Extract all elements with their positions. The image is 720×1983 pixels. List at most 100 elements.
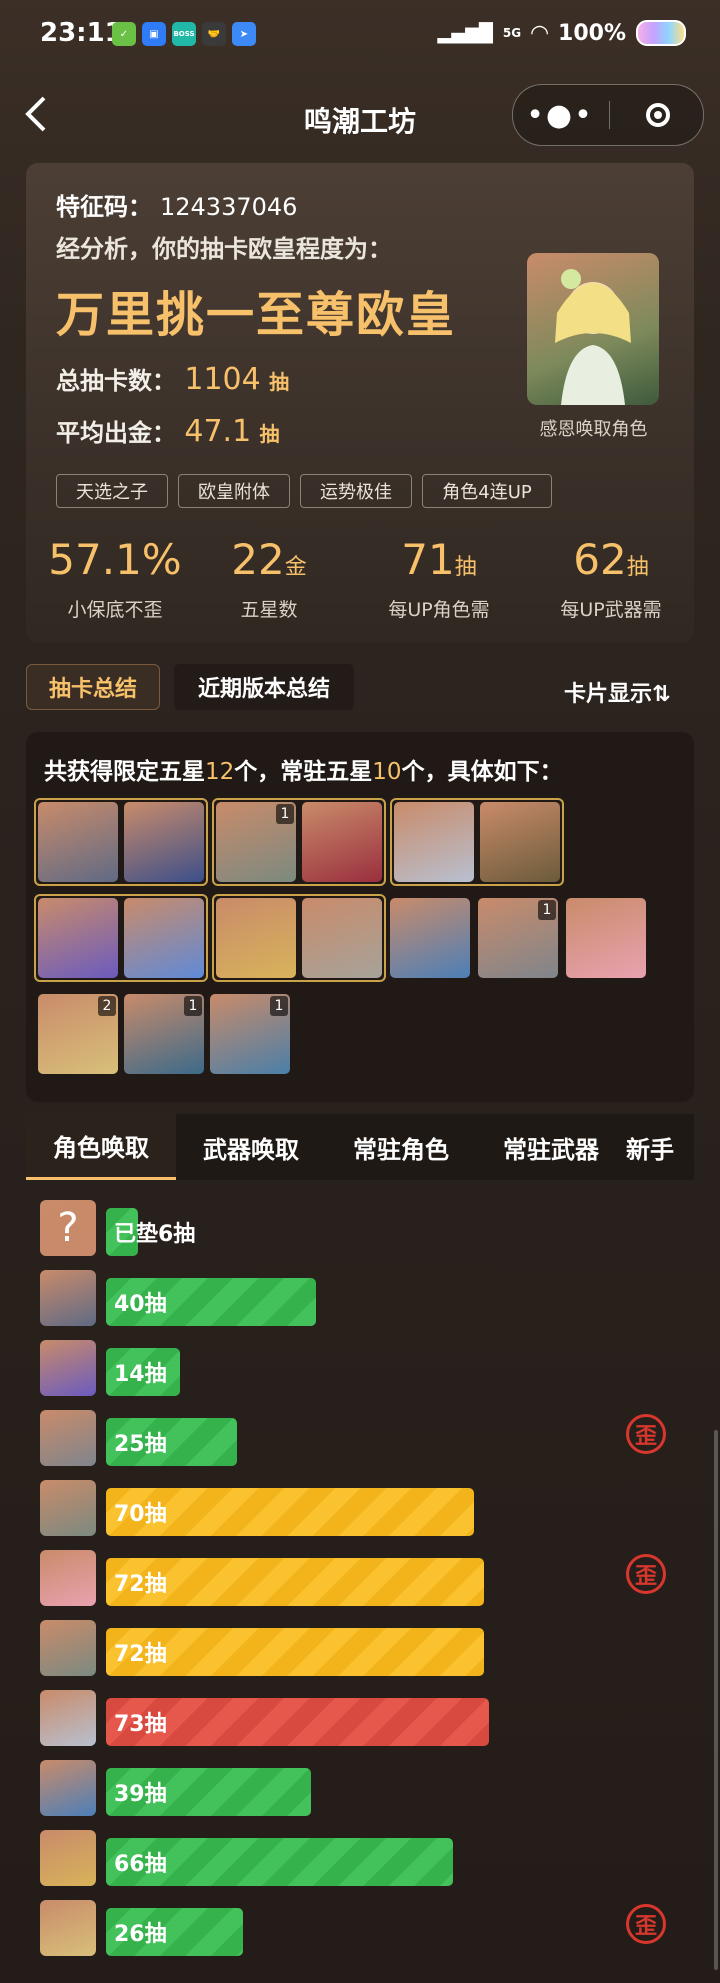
stat-up-weapon-cost: 62抽	[526, 535, 696, 584]
summary-suffix: 个，具体如下：	[401, 759, 563, 785]
history-row[interactable]: 26抽 歪	[40, 1898, 680, 1958]
boss-app-icon: BOSS	[172, 22, 196, 46]
tab-beginner[interactable]: 新手	[626, 1114, 694, 1180]
stat-label: 小保底不歪	[67, 599, 163, 621]
pull-count-label: 40抽	[114, 1292, 167, 1317]
history-row[interactable]: 72抽	[40, 1618, 680, 1678]
history-row[interactable]: 66抽	[40, 1828, 680, 1888]
pull-count-label: 已垫6抽	[114, 1222, 196, 1247]
character-tile[interactable]: 1	[216, 802, 296, 882]
tab-pull-summary[interactable]: 抽卡总结	[26, 664, 160, 710]
tab-recent-summary[interactable]: 近期版本总结	[174, 664, 354, 710]
stat-label: 每UP角色需	[388, 599, 490, 621]
tag-lucky: 欧皇附体	[178, 474, 290, 508]
more-icon: •●•	[526, 97, 594, 133]
stat-no-loss-rate: 57.1%	[40, 535, 190, 584]
character-avatar	[40, 1340, 96, 1396]
weapon-tile[interactable]	[302, 898, 382, 978]
pull-count-label: 70抽	[114, 1502, 167, 1527]
capsule-divider	[609, 101, 610, 129]
average-pulls: 平均出金： 47.1 抽	[56, 413, 280, 449]
character-tile[interactable]: 1	[478, 898, 558, 978]
lost-5050-badge: 歪	[626, 1414, 666, 1454]
character-tile[interactable]	[38, 802, 118, 882]
history-row[interactable]: 72抽 歪	[40, 1548, 680, 1608]
character-tile[interactable]: 2	[38, 994, 118, 1074]
weapon-tile[interactable]	[302, 802, 382, 882]
tab-standard-character[interactable]: 常驻角色	[326, 1114, 476, 1180]
battery-icon	[636, 20, 686, 46]
character-avatar	[40, 1480, 96, 1536]
stat-five-star-count: 22金	[194, 535, 344, 584]
signature-value: 124337046	[160, 193, 298, 221]
target-icon	[646, 103, 670, 127]
pull-count-label: 73抽	[114, 1712, 167, 1737]
handshake-icon: 🤝	[202, 22, 226, 46]
tab-character-pull[interactable]: 角色唤取	[26, 1114, 176, 1180]
close-miniapp-button[interactable]	[613, 85, 703, 145]
stat-up-char-cost: 71抽	[364, 535, 514, 584]
stat-value: 71	[401, 535, 455, 584]
character-silhouette-icon	[555, 269, 631, 405]
more-button[interactable]: •●•	[513, 85, 607, 145]
character-avatar	[40, 1690, 96, 1746]
pull-count-bar: 39抽	[106, 1768, 311, 1816]
tab-standard-weapon[interactable]: 常驻武器	[476, 1114, 626, 1180]
miniapp-capsule: •●•	[512, 84, 704, 146]
status-time: 23:11	[40, 18, 123, 48]
history-row[interactable]: ? 已垫6抽	[40, 1198, 680, 1258]
character-tile[interactable]	[216, 898, 296, 978]
summary-card: 特征码： 124337046 经分析，你的抽卡欧皇程度为： 万里挑一至尊欧皇 总抽…	[26, 163, 694, 643]
tab-weapon-pull[interactable]: 武器唤取	[176, 1114, 326, 1180]
card-display-toggle[interactable]: 卡片显示⇅	[564, 676, 670, 708]
featured-caption: 感恩唤取角色	[539, 419, 648, 440]
count-badge: 1	[184, 996, 202, 1016]
signal-icon: ▂▄▆█	[437, 22, 493, 44]
history-row[interactable]: 25抽 歪	[40, 1408, 680, 1468]
history-row[interactable]: 39抽	[40, 1758, 680, 1818]
character-tile[interactable]	[38, 898, 118, 978]
count-badge: 2	[98, 996, 116, 1016]
scrollbar[interactable]	[714, 1430, 718, 1970]
count-badge: 1	[538, 900, 556, 920]
history-row[interactable]: 40抽	[40, 1268, 680, 1328]
weapon-tile[interactable]	[480, 802, 560, 882]
avg-value: 47.1	[184, 414, 252, 449]
character-avatar	[40, 1830, 96, 1886]
weapon-tile[interactable]: 1	[124, 994, 204, 1074]
analysis-text: 经分析，你的抽卡欧皇程度为：	[56, 235, 392, 263]
total-label: 总抽卡数：	[56, 367, 176, 395]
network-label: 5G	[502, 26, 522, 40]
history-row[interactable]: 70抽	[40, 1478, 680, 1538]
lost-5050-badge: 歪	[626, 1904, 666, 1944]
stat-unit: 抽	[626, 555, 649, 580]
character-avatar	[40, 1900, 96, 1956]
pull-count-bar: 已垫6抽	[106, 1208, 195, 1256]
pull-count-bar: 26抽	[106, 1908, 243, 1956]
pull-count-bar: 14抽	[106, 1348, 180, 1396]
pull-count-label: 66抽	[114, 1852, 167, 1877]
character-tile[interactable]	[566, 898, 646, 978]
character-tile[interactable]	[394, 802, 474, 882]
count-badge: 1	[270, 996, 288, 1016]
featured-character-portrait[interactable]	[527, 253, 659, 405]
check-app-icon: ✓	[112, 22, 136, 46]
character-avatar	[40, 1550, 96, 1606]
chat-app-icon: ▣	[142, 22, 166, 46]
weapon-tile[interactable]	[124, 898, 204, 978]
summary-mid: 个，常驻五星	[234, 759, 373, 785]
character-tile[interactable]	[390, 898, 470, 978]
history-row[interactable]: 73抽	[40, 1688, 680, 1748]
pull-count-bar: 72抽	[106, 1628, 484, 1676]
pull-count-label: 39抽	[114, 1782, 167, 1807]
weapon-tile[interactable]	[124, 802, 204, 882]
history-row[interactable]: 14抽	[40, 1338, 680, 1398]
character-avatar	[40, 1270, 96, 1326]
count-badge: 1	[276, 804, 294, 824]
signature-line: 特征码： 124337046	[56, 187, 297, 222]
battery-percent: 100%	[558, 20, 626, 46]
wifi-icon: ◠	[531, 20, 549, 46]
pull-count-bar: 70抽	[106, 1488, 474, 1536]
total-pulls: 总抽卡数： 1104 抽	[56, 361, 289, 397]
weapon-tile[interactable]: 1	[210, 994, 290, 1074]
